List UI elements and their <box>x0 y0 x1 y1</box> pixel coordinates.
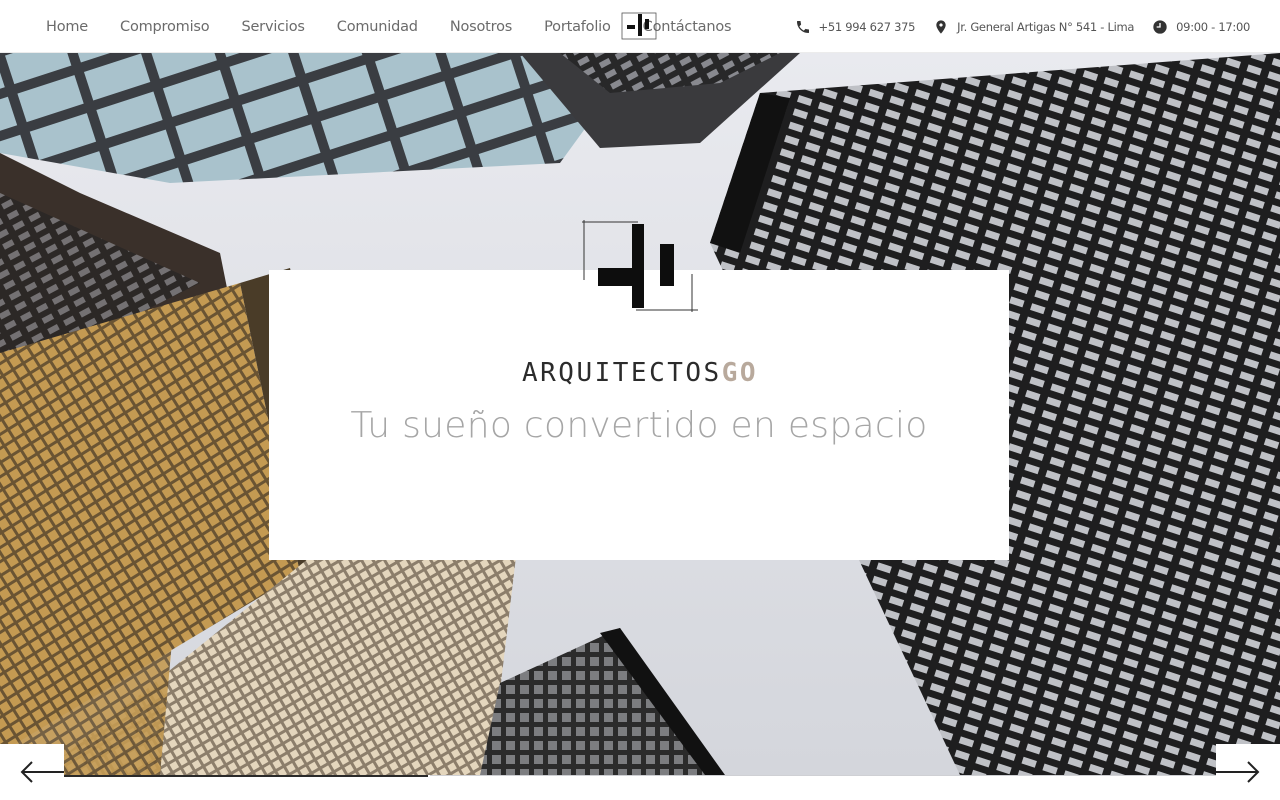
clock-icon <box>1152 19 1168 35</box>
slide-progress-line <box>64 775 428 777</box>
nav-compromiso[interactable]: Compromiso <box>104 19 225 35</box>
brand-accent: GO <box>721 358 758 388</box>
brand-wordmark: ARQUITECTOSGO <box>0 358 1280 388</box>
bottom-strip <box>0 775 1280 800</box>
navbar: Home Compromiso Servicios Comunidad Noso… <box>0 0 1280 53</box>
arrow-left-icon <box>20 761 64 783</box>
phone-icon <box>795 19 811 35</box>
slider-next-button[interactable] <box>1216 744 1280 800</box>
nav-comunidad[interactable]: Comunidad <box>321 19 434 35</box>
contact-info: +51 994 627 375 Jr. General Artigas N° 5… <box>795 0 1250 53</box>
brand-main: ARQUITECTOS <box>522 358 722 388</box>
nav-nosotros[interactable]: Nosotros <box>434 19 528 35</box>
address-text: Jr. General Artigas N° 541 - Lima <box>957 19 1135 34</box>
nav-servicios[interactable]: Servicios <box>225 19 320 35</box>
address-info[interactable]: Jr. General Artigas N° 541 - Lima <box>933 19 1134 35</box>
slide-progress-line-right <box>430 775 1216 776</box>
hours-text: 09:00 - 17:00 <box>1176 19 1250 34</box>
map-pin-icon <box>933 19 949 35</box>
brand-logo <box>582 220 698 312</box>
hours-info: 09:00 - 17:00 <box>1152 19 1250 35</box>
nav-logo[interactable] <box>621 12 659 42</box>
phone-number: +51 994 627 375 <box>818 19 916 34</box>
arrow-right-icon <box>1216 761 1260 783</box>
phone-info[interactable]: +51 994 627 375 <box>795 19 916 35</box>
nav-portafolio[interactable]: Portafolio <box>528 19 627 35</box>
hero-tagline: Tu sueño convertido en espacio <box>350 405 928 446</box>
slider-prev-button[interactable] <box>0 744 64 800</box>
nav-home[interactable]: Home <box>30 19 104 35</box>
